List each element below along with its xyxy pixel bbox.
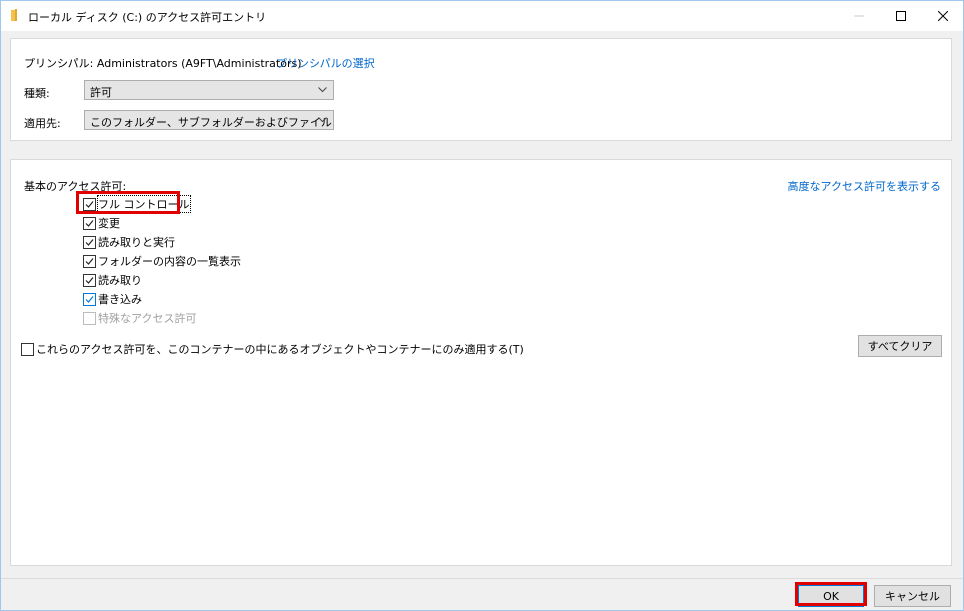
checkbox-modify[interactable]: 変更 — [83, 215, 120, 231]
applies-to-label: 適用先: — [24, 117, 61, 130]
close-button[interactable] — [921, 1, 964, 31]
applies-to-select[interactable]: このフォルダー、サブフォルダーおよびファイル — [84, 110, 334, 130]
checkbox-box[interactable] — [21, 342, 34, 356]
minimize-button[interactable] — [837, 1, 881, 31]
checkbox-box[interactable] — [83, 216, 96, 230]
maximize-button[interactable] — [879, 1, 923, 31]
checkmark-icon — [85, 238, 94, 246]
checkbox-box[interactable] — [83, 292, 96, 306]
checkbox-box[interactable] — [83, 235, 96, 249]
clear-all-button[interactable]: すべてクリア — [858, 335, 942, 357]
checkbox-apply-only-container[interactable]: これらのアクセス許可を、このコンテナーの中にあるオブジェクトやコンテナーにのみ適… — [21, 341, 524, 357]
chevron-down-icon — [318, 117, 327, 123]
show-advanced-permissions-link[interactable]: 高度なアクセス許可を表示する — [788, 178, 941, 194]
checkbox-label: フォルダーの内容の一覧表示 — [98, 255, 241, 268]
principal-label: プリンシパル: — [24, 57, 94, 70]
window-title: ローカル ディスク (C:) のアクセス許可エントリ — [28, 11, 267, 24]
checkbox-special-permissions: 特殊なアクセス許可 — [83, 310, 196, 326]
checkmark-icon — [85, 200, 94, 208]
checkbox-read-execute[interactable]: 読み取りと実行 — [83, 234, 175, 250]
applies-to-select-value: このフォルダー、サブフォルダーおよびファイル — [90, 116, 332, 129]
chevron-down-icon — [318, 87, 327, 93]
footer-divider — [1, 578, 963, 579]
checkbox-read[interactable]: 読み取り — [83, 272, 142, 288]
cancel-button[interactable]: キャンセル — [874, 585, 951, 607]
principal-panel: プリンシパル: Administrators (A9FT\Administrat… — [10, 38, 952, 141]
permissions-panel: 基本のアクセス許可: 高度なアクセス許可を表示する フル コントロール 変更 読… — [10, 159, 952, 566]
principal-value: Administrators (A9FT\Administrators) — [96, 57, 302, 70]
checkbox-label: 読み取り — [98, 274, 142, 287]
type-select[interactable]: 許可 — [84, 80, 334, 100]
checkmark-icon — [85, 257, 94, 265]
close-icon — [938, 11, 948, 21]
checkmark-icon — [85, 219, 94, 227]
checkbox-box[interactable] — [83, 197, 96, 211]
title-bar[interactable]: ローカル ディスク (C:) のアクセス許可エントリ — [1, 1, 963, 31]
basic-permissions-header: 基本のアクセス許可: — [24, 180, 127, 193]
type-label: 種類: — [24, 87, 50, 100]
folder-icon — [11, 9, 21, 21]
checkmark-icon — [85, 276, 94, 284]
checkbox-list-folder-contents[interactable]: フォルダーの内容の一覧表示 — [83, 253, 241, 269]
permission-entry-window: ローカル ディスク (C:) のアクセス許可エントリ プリンシパル: Admin… — [0, 0, 964, 611]
checkbox-label: 書き込み — [98, 293, 142, 306]
checkbox-write[interactable]: 書き込み — [83, 291, 142, 307]
checkmark-icon — [85, 295, 94, 303]
checkbox-label: フル コントロール — [97, 195, 191, 213]
checkbox-box — [83, 311, 96, 325]
checkbox-box[interactable] — [83, 273, 96, 287]
checkbox-label: 特殊なアクセス許可 — [98, 312, 197, 325]
checkbox-label: これらのアクセス許可を、このコンテナーの中にあるオブジェクトやコンテナーにのみ適… — [36, 343, 524, 356]
select-principal-link[interactable]: プリンシパルの選択 — [276, 55, 375, 71]
checkbox-label: 変更 — [98, 217, 120, 230]
checkbox-label: 読み取りと実行 — [98, 236, 175, 249]
checkbox-box[interactable] — [83, 254, 96, 268]
ok-button[interactable]: OK — [798, 585, 864, 607]
checkbox-full-control[interactable]: フル コントロール — [83, 195, 191, 213]
minimize-icon — [854, 15, 864, 17]
maximize-icon — [896, 11, 906, 21]
type-select-value: 許可 — [90, 86, 112, 99]
